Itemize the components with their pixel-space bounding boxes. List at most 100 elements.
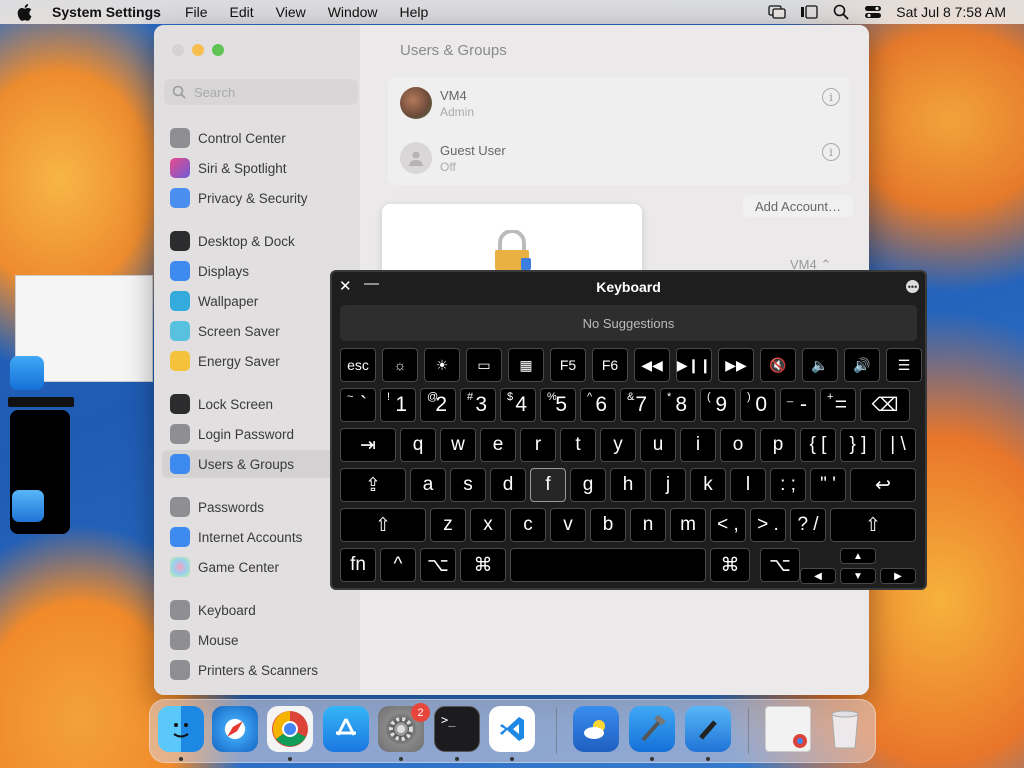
info-icon[interactable]: i bbox=[822, 143, 840, 161]
fn-row-key-8[interactable]: ▶❙❙ bbox=[676, 348, 712, 382]
menu-clock[interactable]: Sat Jul 8 7:58 AM bbox=[896, 4, 1006, 20]
xcode-icon[interactable] bbox=[10, 356, 44, 390]
key-7[interactable]: m bbox=[670, 508, 706, 542]
space-bar[interactable] bbox=[510, 548, 706, 582]
spotlight-search-icon[interactable] bbox=[832, 4, 850, 20]
key-1[interactable]: ! 1 bbox=[380, 388, 416, 422]
finder-icon[interactable] bbox=[158, 706, 204, 752]
key-6[interactable]: y bbox=[600, 428, 636, 462]
key-2[interactable]: x bbox=[470, 508, 506, 542]
fn-row-key-12[interactable]: 🔊 bbox=[844, 348, 880, 382]
app-store-icon[interactable] bbox=[323, 706, 369, 752]
key-7[interactable]: & 7 bbox=[620, 388, 656, 422]
key-9[interactable]: (9 bbox=[700, 388, 736, 422]
fn-row-key-4[interactable]: ▦ bbox=[508, 348, 544, 382]
info-icon[interactable]: i bbox=[822, 88, 840, 106]
fn-row-key-3[interactable]: ▭ bbox=[466, 348, 502, 382]
stage-manager-icon[interactable] bbox=[800, 4, 818, 20]
key-11[interactable]: " ' bbox=[810, 468, 846, 502]
key-1[interactable]: q bbox=[400, 428, 436, 462]
key-7[interactable]: u bbox=[640, 428, 676, 462]
key-8[interactable]: * 8 bbox=[660, 388, 696, 422]
simulator-icon[interactable] bbox=[685, 706, 731, 752]
search-field[interactable]: Search bbox=[164, 79, 358, 105]
key-10[interactable]: p bbox=[760, 428, 796, 462]
key-4[interactable]: r bbox=[520, 428, 556, 462]
arrow-up-key[interactable]: ▲ bbox=[840, 548, 876, 564]
key-8[interactable]: k bbox=[690, 468, 726, 502]
preview-document-icon[interactable] bbox=[765, 706, 811, 752]
simulator-thumbnail[interactable] bbox=[10, 410, 70, 534]
fn-row-key-2[interactable]: ☀ bbox=[424, 348, 460, 382]
screen-mirroring-icon[interactable] bbox=[768, 4, 786, 20]
sidebar-item-privacy-security[interactable]: Privacy & Security bbox=[162, 184, 358, 212]
sidebar-item-game-center[interactable]: Game Center bbox=[162, 553, 358, 581]
option-key[interactable]: ⌥ bbox=[760, 548, 800, 582]
fn-key[interactable]: fn bbox=[340, 548, 376, 582]
key-4[interactable]: f bbox=[530, 468, 566, 502]
fn-row-key-11[interactable]: 🔈 bbox=[802, 348, 838, 382]
user-row-guest[interactable]: Guest User Off bbox=[400, 142, 506, 174]
sidebar-item-internet-accounts[interactable]: Internet Accounts bbox=[162, 523, 358, 551]
apple-menu-icon[interactable] bbox=[14, 2, 34, 22]
menu-view[interactable]: View bbox=[276, 4, 306, 20]
fn-row-key-10[interactable]: 🔇 bbox=[760, 348, 796, 382]
add-account-button[interactable]: Add Account… bbox=[743, 195, 853, 217]
key-2[interactable]: w bbox=[440, 428, 476, 462]
key-3[interactable]: e bbox=[480, 428, 516, 462]
key-3[interactable]: c bbox=[510, 508, 546, 542]
safari-icon[interactable] bbox=[212, 706, 258, 752]
key-0[interactable]: ) 0 bbox=[740, 388, 776, 422]
key-5[interactable]: b bbox=[590, 508, 626, 542]
menu-help[interactable]: Help bbox=[400, 4, 429, 20]
return-key[interactable]: ↩ bbox=[850, 468, 916, 502]
fn-row-key-7[interactable]: ◀◀ bbox=[634, 348, 670, 382]
key-1[interactable]: a bbox=[410, 468, 446, 502]
shift-key[interactable]: ⇧ bbox=[340, 508, 426, 542]
key-13[interactable]: | \ bbox=[880, 428, 916, 462]
key-8[interactable]: i bbox=[680, 428, 716, 462]
trash-icon[interactable] bbox=[822, 706, 868, 752]
user-row-vm4[interactable]: VM4 Admin bbox=[400, 87, 474, 119]
sidebar-item-printers-scanners[interactable]: Printers & Scanners bbox=[162, 656, 358, 684]
arrow-left-key[interactable]: ◀ bbox=[800, 568, 836, 584]
sidebar-item-control-center[interactable]: Control Center bbox=[162, 124, 358, 152]
tab-key[interactable]: ⇥ bbox=[340, 428, 396, 462]
key-10[interactable]: ? / bbox=[790, 508, 826, 542]
key-5[interactable]: % 5 bbox=[540, 388, 576, 422]
key-3[interactable]: #3 bbox=[460, 388, 496, 422]
menu-window[interactable]: Window bbox=[328, 4, 378, 20]
key-11[interactable]: { [ bbox=[800, 428, 836, 462]
arrow-down-key[interactable]: ▼ bbox=[840, 568, 876, 584]
zoom-window-button[interactable] bbox=[212, 44, 224, 56]
sidebar-item-desktop-dock[interactable]: Desktop & Dock bbox=[162, 227, 358, 255]
key-1[interactable]: z bbox=[430, 508, 466, 542]
fn-row-key-1[interactable]: ☼ bbox=[382, 348, 418, 382]
sidebar-item-siri-spotlight[interactable]: Siri & Spotlight bbox=[162, 154, 358, 182]
command-key[interactable]: ⌘ bbox=[460, 548, 506, 582]
key-4[interactable]: $4 bbox=[500, 388, 536, 422]
key-6[interactable]: n bbox=[630, 508, 666, 542]
key-=[interactable]: + = bbox=[820, 388, 856, 422]
key-8[interactable]: < , bbox=[710, 508, 746, 542]
sidebar-item-keyboard[interactable]: Keyboard bbox=[162, 596, 358, 624]
menu-file[interactable]: File bbox=[185, 4, 208, 20]
sidebar-item-displays[interactable]: Displays bbox=[162, 257, 358, 285]
terminal-icon[interactable]: >_ bbox=[434, 706, 480, 752]
sidebar-item-users-groups[interactable]: Users & Groups bbox=[162, 450, 358, 478]
key-3[interactable]: d bbox=[490, 468, 526, 502]
key-5[interactable]: g bbox=[570, 468, 606, 502]
sidebar-item-passwords[interactable]: Passwords bbox=[162, 493, 358, 521]
key-6[interactable]: h bbox=[610, 468, 646, 502]
fn-row-key-13[interactable]: ☰ bbox=[886, 348, 922, 382]
key-9[interactable]: > . bbox=[750, 508, 786, 542]
key-5[interactable]: t bbox=[560, 428, 596, 462]
sidebar-item-lock-screen[interactable]: Lock Screen bbox=[162, 390, 358, 418]
minimize-window-button[interactable] bbox=[192, 44, 204, 56]
sidebar-item-wallpaper[interactable]: Wallpaper bbox=[162, 287, 358, 315]
command-key[interactable]: ⌘ bbox=[710, 548, 750, 582]
key-9[interactable]: o bbox=[720, 428, 756, 462]
key--[interactable]: _ - bbox=[780, 388, 816, 422]
key-2[interactable]: s bbox=[450, 468, 486, 502]
arrow-right-key[interactable]: ▶ bbox=[880, 568, 916, 584]
